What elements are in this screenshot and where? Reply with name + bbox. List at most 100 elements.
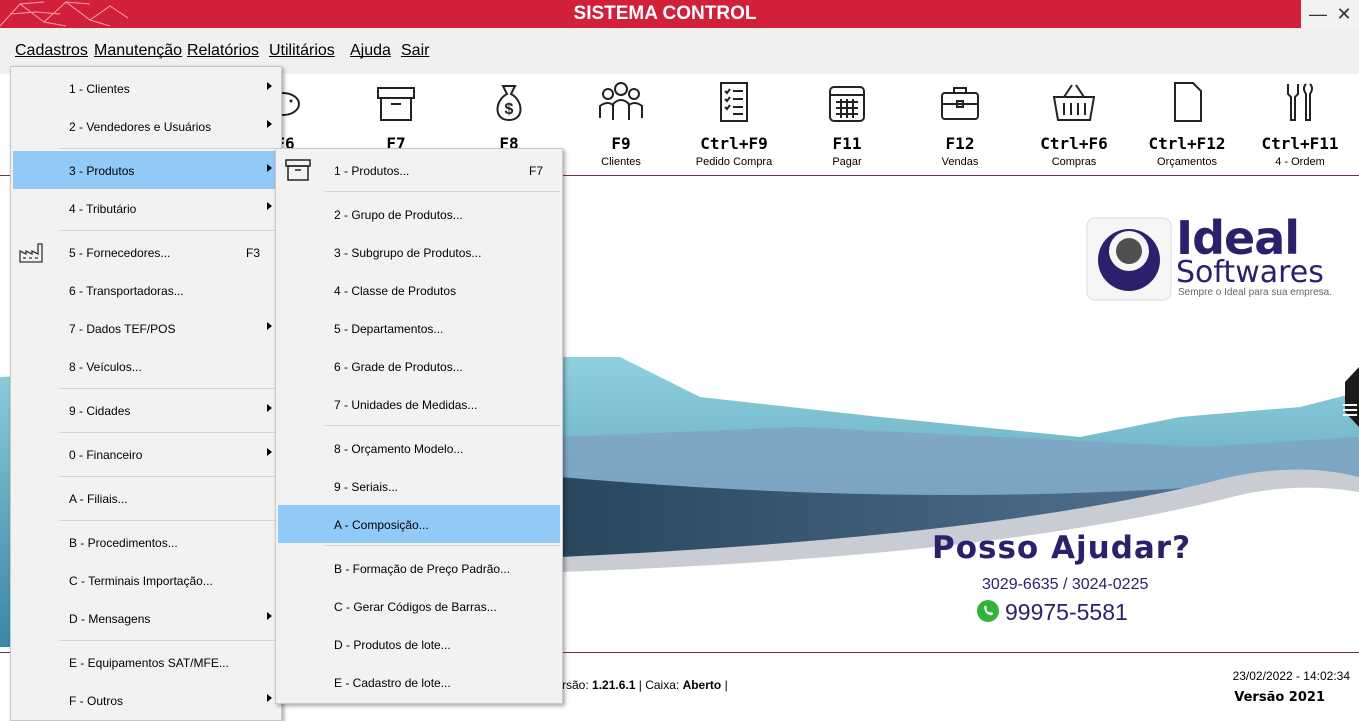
caixa-status: Aberto — [682, 678, 722, 692]
toolbar-button-ctrl-f9[interactable]: Ctrl+F9 Pedido Compra — [679, 74, 789, 174]
toolbar-key: F11 — [832, 134, 862, 153]
submenu-arrow-icon — [267, 202, 272, 210]
close-button[interactable]: ✕ — [1331, 2, 1357, 26]
submenu-item-orcamento-modelo[interactable]: 8 - Orçamento Modelo... — [278, 429, 560, 467]
toolbar-label: 4 - Ordem — [1275, 156, 1325, 168]
menu-relatorios[interactable]: Relatórios — [187, 42, 259, 60]
toolbar-button-f11[interactable]: F11 Pagar — [792, 74, 902, 174]
toolbar-label: Compras — [1051, 156, 1097, 168]
submenu-item-formacao-preco[interactable]: B - Formação de Preço Padrão... — [278, 549, 560, 587]
tools-icon — [1287, 83, 1313, 121]
submenu-item-unidades[interactable]: 7 - Unidades de Medidas... — [278, 385, 560, 423]
menu-item-transportadoras[interactable]: 6 - Transportadoras... — [13, 271, 279, 309]
menu-item-label: 2 - Vendedores e Usuários — [69, 120, 212, 134]
toolbar-key: Ctrl+F9 — [700, 134, 768, 153]
toolbar-label: Pagar — [832, 156, 862, 168]
menu-item-equipamentos[interactable]: E - Equipamentos SAT/MFE... — [13, 643, 279, 681]
menu-separator — [59, 640, 279, 641]
window-controls: — ✕ — [1301, 0, 1359, 28]
help-headline: Posso Ajudar? — [932, 530, 1192, 566]
menu-item-label: B - Procedimentos... — [69, 536, 178, 550]
submenu-item-departamentos[interactable]: 5 - Departamentos... — [278, 309, 560, 347]
menu-item-label: 3 - Produtos — [69, 164, 135, 178]
menu-item-vendedores[interactable]: 2 - Vendedores e Usuários — [13, 107, 279, 145]
menu-item-label: 8 - Veículos... — [69, 360, 142, 374]
menu-item-label: 9 - Seriais... — [334, 480, 399, 494]
toolbar-button-f12[interactable]: F12 Vendas — [905, 74, 1015, 174]
status-version-info: rsão: 1.21.6.1 | Caixa: Aberto | — [562, 678, 728, 692]
toolbar-button-ctrl-f11[interactable]: Ctrl+F11 4 - Ordem — [1245, 74, 1355, 174]
submenu-item-grade[interactable]: 6 - Grade de Produtos... — [278, 347, 560, 385]
submenu-item-codigos-barras[interactable]: C - Gerar Códigos de Barras... — [278, 587, 560, 625]
help-phones: 3029-6635 / 3024-0225 — [982, 576, 1149, 593]
menu-item-label: E - Cadastro de lote... — [334, 676, 451, 690]
submenu-arrow-icon — [267, 120, 272, 128]
menu-separator — [59, 476, 279, 477]
menu-item-outros[interactable]: F - Outros — [13, 681, 279, 719]
version-prefix: rsão: — [562, 678, 589, 692]
submenu-arrow-icon — [267, 322, 272, 330]
menu-item-tef-pos[interactable]: 7 - Dados TEF/POS — [13, 309, 279, 347]
submenu-item-cadastro-lote[interactable]: E - Cadastro de lote... — [278, 663, 560, 701]
menu-manutencao[interactable]: Manutenção — [94, 42, 182, 60]
menu-item-label: E - Equipamentos SAT/MFE... — [69, 656, 229, 670]
menu-item-financeiro[interactable]: 0 - Financeiro — [13, 435, 279, 473]
menu-item-label: D - Mensagens — [69, 612, 151, 626]
minimize-button[interactable]: — — [1305, 2, 1331, 26]
document-icon — [1174, 82, 1202, 122]
submenu-item-produtos-lote[interactable]: D - Produtos de lote... — [278, 625, 560, 663]
toolbar-label: Orçamentos — [1157, 156, 1217, 168]
status-datetime: 23/02/2022 - 14:02:34 — [1232, 669, 1350, 683]
svg-text:$: $ — [505, 101, 514, 118]
menu-item-clientes[interactable]: 1 - Clientes — [13, 69, 279, 107]
menu-item-produtos[interactable]: 3 - Produtos — [13, 151, 279, 189]
menu-item-terminais[interactable]: C - Terminais Importação... — [13, 561, 279, 599]
whatsapp-icon — [977, 600, 999, 622]
menu-separator — [324, 545, 560, 546]
menu-item-filiais[interactable]: A - Filiais... — [13, 479, 279, 517]
menu-item-label: 2 - Grupo de Produtos... — [334, 208, 463, 222]
menu-separator — [59, 148, 279, 149]
menu-item-label: 3 - Subgrupo de Produtos... — [334, 246, 482, 260]
submenu-item-composicao[interactable]: A - Composição... — [278, 505, 560, 543]
menu-separator — [59, 388, 279, 389]
menu-item-label: 0 - Financeiro — [69, 448, 143, 462]
submenu-arrow-icon — [267, 612, 272, 620]
submenu-item-subgrupo[interactable]: 3 - Subgrupo de Produtos... — [278, 233, 560, 271]
toolbar-button-ctrl-f12[interactable]: Ctrl+F12 Orçamentos — [1132, 74, 1242, 174]
checklist-icon — [720, 82, 748, 122]
toolbar-button-f9[interactable]: F9 Clientes — [566, 74, 676, 174]
menu-item-label: 9 - Cidades — [69, 404, 131, 418]
menu-utilitarios[interactable]: Utilitários — [269, 42, 335, 60]
menu-item-label: 5 - Departamentos... — [334, 322, 444, 336]
logo-emblem-icon — [1086, 217, 1172, 301]
submenu-item-produtos[interactable]: 1 - Produtos... F7 — [278, 151, 560, 189]
submenu-item-seriais[interactable]: 9 - Seriais... — [278, 467, 560, 505]
toolbar-key: Ctrl+F11 — [1261, 134, 1339, 153]
menu-item-label: 6 - Transportadoras... — [69, 284, 184, 298]
toolbar-label: Vendas — [941, 156, 979, 168]
submenu-arrow-icon — [267, 404, 272, 412]
menu-item-tributario[interactable]: 4 - Tributário — [13, 189, 279, 227]
menu-item-veiculos[interactable]: 8 - Veículos... — [13, 347, 279, 385]
menu-item-shortcut: F3 — [246, 246, 261, 260]
menu-item-label: 7 - Unidades de Medidas... — [334, 398, 478, 412]
submenu-item-classe[interactable]: 4 - Classe de Produtos — [278, 271, 560, 309]
toolbar-button-ctrl-f6[interactable]: Ctrl+F6 Compras — [1019, 74, 1129, 174]
submenu-arrow-icon — [267, 448, 272, 456]
menu-item-fornecedores[interactable]: 5 - Fornecedores... F3 — [13, 233, 279, 271]
submenu-item-grupo[interactable]: 2 - Grupo de Produtos... — [278, 195, 560, 233]
menu-cadastros[interactable]: Cadastros — [15, 42, 88, 60]
menu-ajuda[interactable]: Ajuda — [350, 42, 391, 60]
menu-sair[interactable]: Sair — [401, 42, 429, 60]
menu-item-procedimentos[interactable]: B - Procedimentos... — [13, 523, 279, 561]
menu-item-label: 4 - Tributário — [69, 202, 137, 216]
ideal-softwares-logo: Ideal Softwares Sempre o Ideal para sua … — [1086, 211, 1346, 305]
menu-item-mensagens[interactable]: D - Mensagens — [13, 599, 279, 637]
menu-item-label: 7 - Dados TEF/POS — [69, 322, 176, 336]
menu-item-label: 8 - Orçamento Modelo... — [334, 442, 464, 456]
menu-item-cidades[interactable]: 9 - Cidades — [13, 391, 279, 429]
factory-icon — [19, 243, 43, 263]
toolbar-label: Clientes — [601, 156, 641, 168]
status-versao-label: Versão 2021 — [1234, 690, 1325, 705]
